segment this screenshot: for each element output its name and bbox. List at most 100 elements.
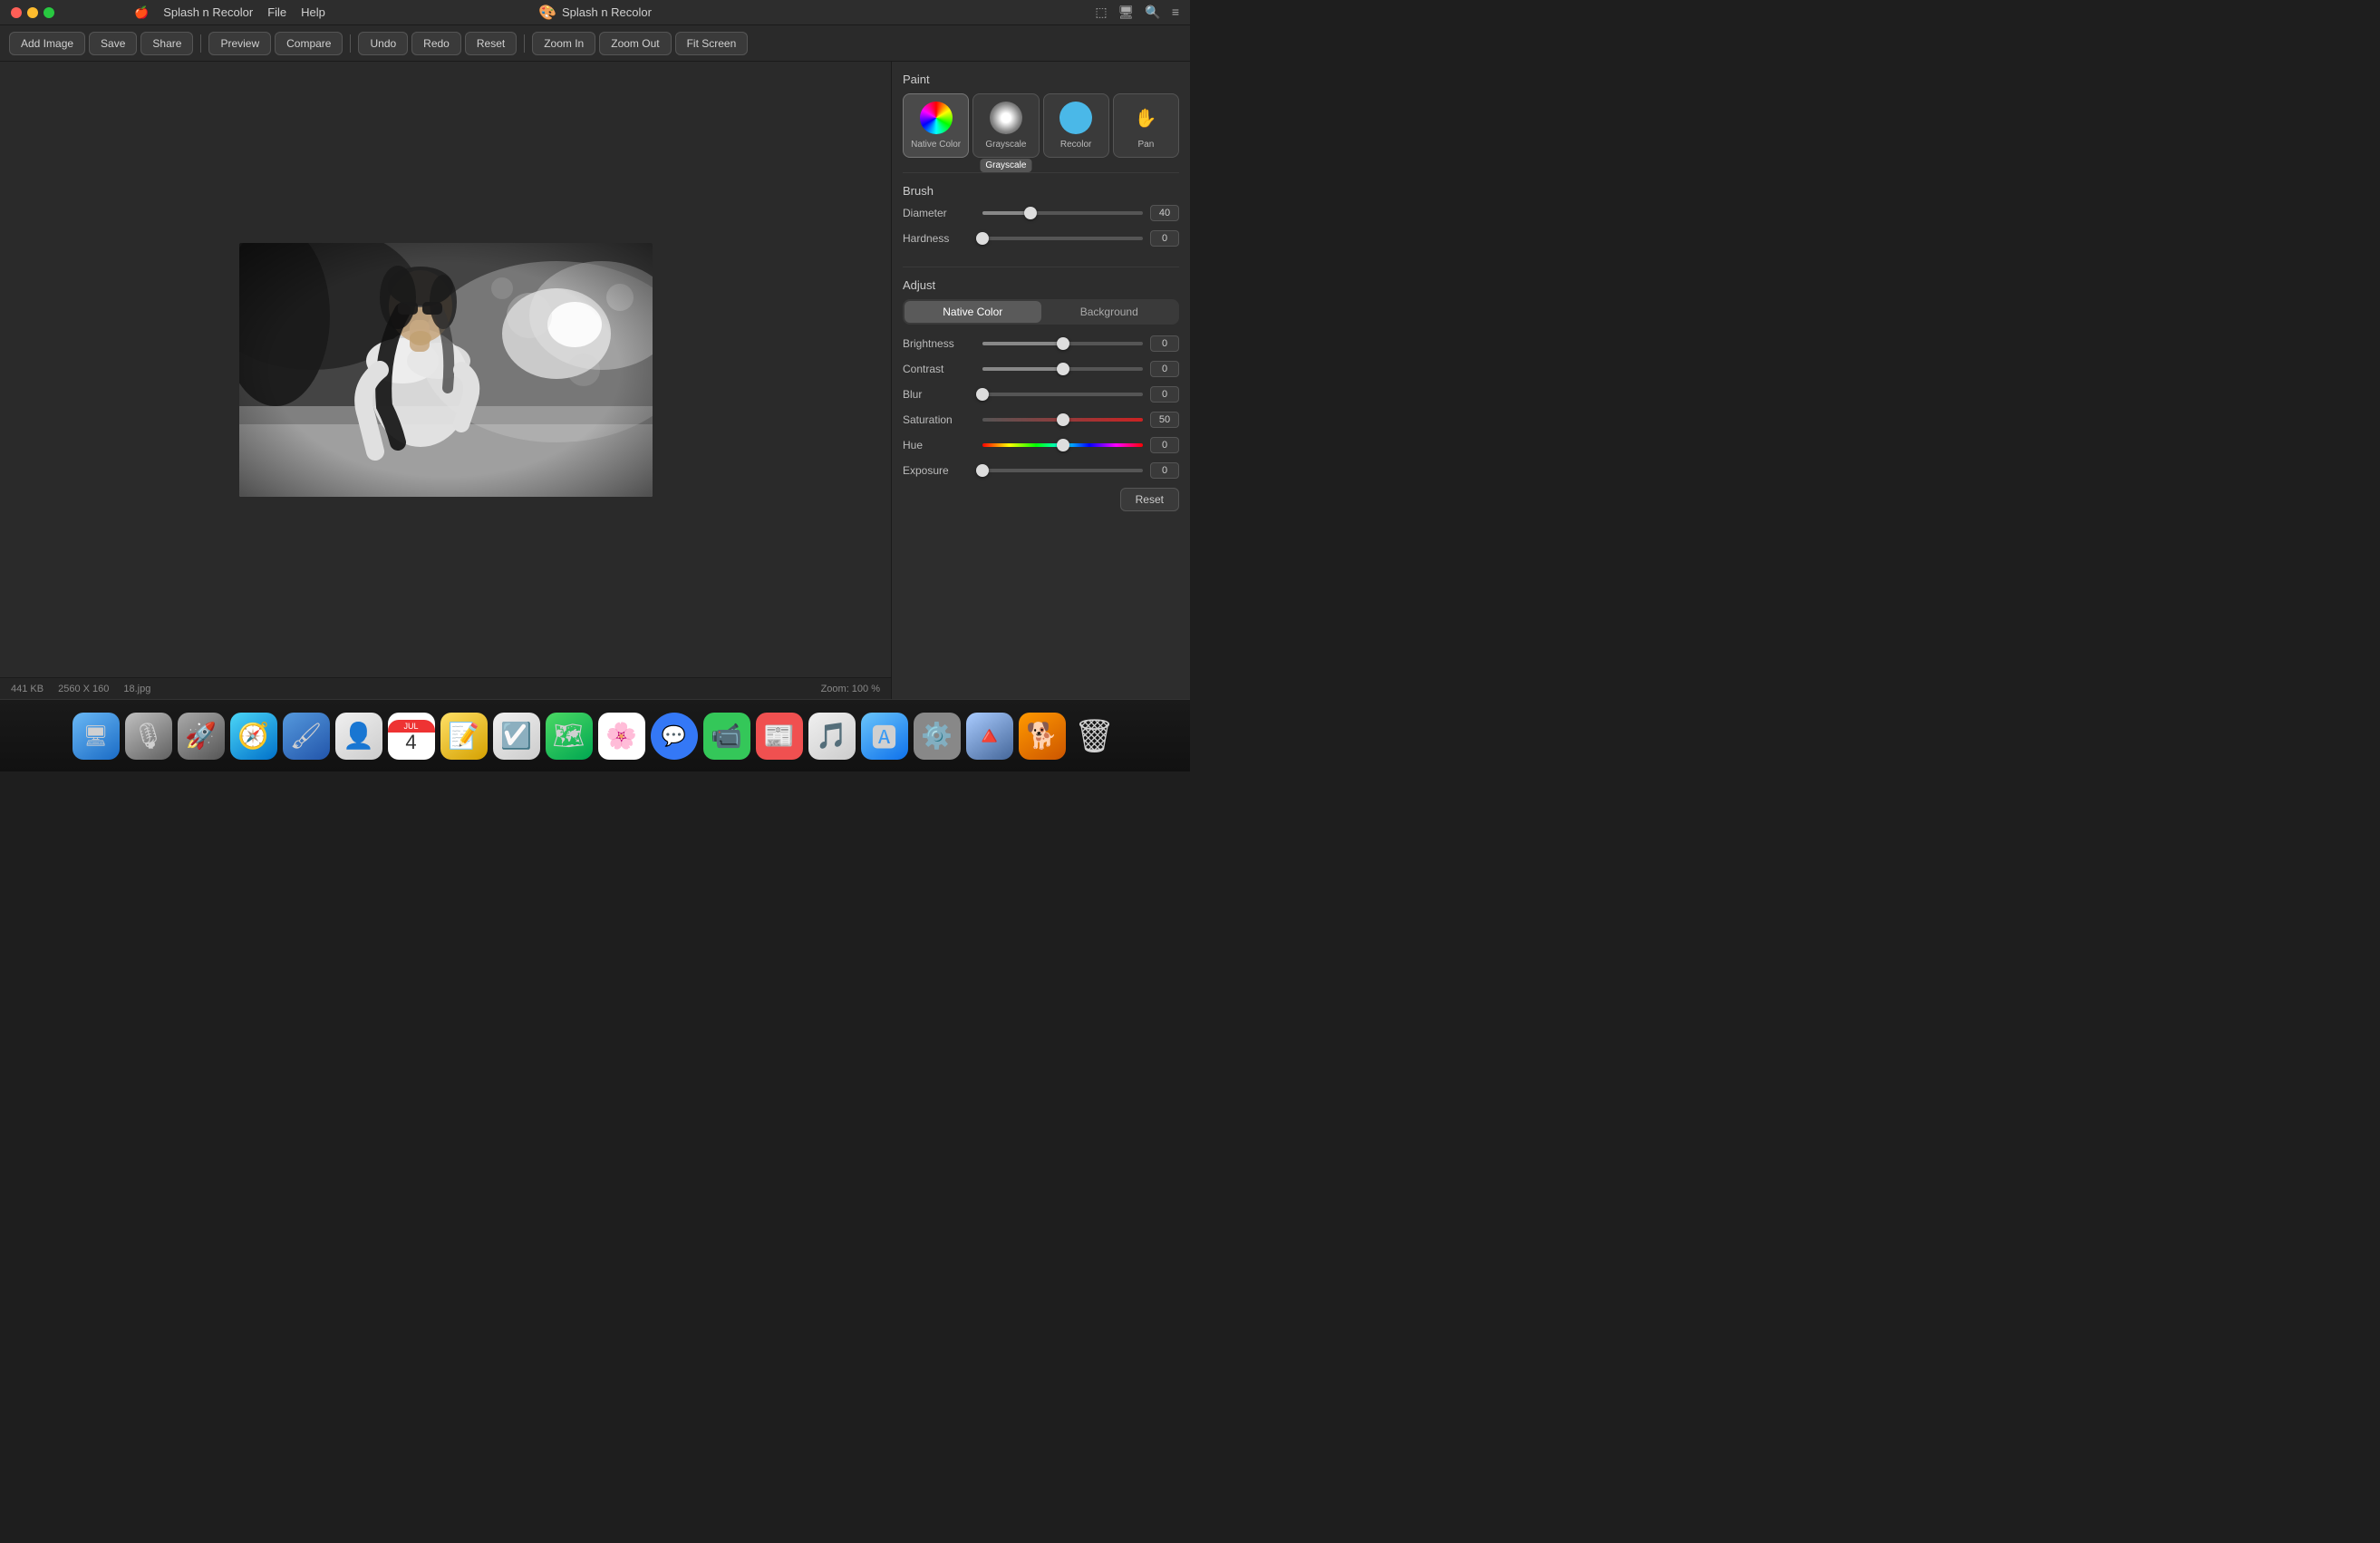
fit-screen-button[interactable]: Fit Screen <box>675 32 749 55</box>
photo-canvas[interactable] <box>239 243 653 497</box>
system-prefs-dock-icon[interactable]: ⚙️ <box>914 713 961 760</box>
exposure-row: Exposure 0 <box>903 462 1179 479</box>
adjust-section: Adjust Native Color Background Brightnes… <box>903 267 1179 511</box>
canvas-area: 441 KB 2560 X 160 18.jpg Zoom: 100 % <box>0 62 891 699</box>
music-dock-icon[interactable]: 🎵 <box>808 713 856 760</box>
redo-button[interactable]: Redo <box>411 32 461 55</box>
zoom-in-button[interactable]: Zoom In <box>532 32 595 55</box>
filename: 18.jpg <box>123 684 150 694</box>
toolbar-separator-3 <box>524 34 525 53</box>
cast-icon[interactable]: ⬚ <box>1095 5 1107 20</box>
native-color-mode-button[interactable]: Native Color <box>903 93 969 158</box>
share-button[interactable]: Share <box>140 32 193 55</box>
diameter-thumb[interactable] <box>1024 207 1037 219</box>
save-button[interactable]: Save <box>89 32 137 55</box>
reminders-dock-icon[interactable]: ☑️ <box>493 713 540 760</box>
adjust-reset-button[interactable]: Reset <box>1120 488 1179 511</box>
hue-slider[interactable] <box>982 443 1143 447</box>
grayscale-mode-button[interactable]: Grayscale Grayscale <box>972 93 1039 158</box>
diameter-label: Diameter <box>903 207 975 219</box>
finder-dock-icon[interactable]: 🖥 <box>73 713 120 760</box>
maps-dock-icon[interactable]: 🗺 <box>546 713 593 760</box>
grayscale-label: Grayscale <box>985 140 1026 150</box>
exposure-thumb[interactable] <box>976 464 989 477</box>
status-bar: 441 KB 2560 X 160 18.jpg Zoom: 100 % <box>0 677 891 699</box>
pixelmator-dock-icon[interactable]: 🖌 <box>283 713 330 760</box>
contrast-slider[interactable] <box>982 367 1143 371</box>
zoom-level: Zoom: 100 % <box>821 684 880 694</box>
brightness-row: Brightness 0 <box>903 335 1179 352</box>
traffic-lights <box>11 7 54 18</box>
news-icon: 📰 <box>763 721 795 751</box>
contrast-thumb[interactable] <box>1057 363 1069 375</box>
title-bar: 🍎 Splash n Recolor File Help 🎨 Splash n … <box>0 0 1190 25</box>
status-left: 441 KB 2560 X 160 18.jpg <box>11 684 150 694</box>
messages-dock-icon[interactable]: 💬 <box>651 713 698 760</box>
brightness-slider[interactable] <box>982 342 1143 345</box>
help-menu[interactable]: Help <box>301 5 325 20</box>
brush-section-title: Brush <box>903 184 1179 198</box>
facetime-dock-icon[interactable]: 📹 <box>703 713 750 760</box>
exposure-slider[interactable] <box>982 469 1143 472</box>
hue-row: Hue 0 <box>903 437 1179 453</box>
facetime-icon: 📹 <box>711 721 742 751</box>
rocketship-icon: 🚀 <box>185 721 217 751</box>
reset-toolbar-button[interactable]: Reset <box>465 32 517 55</box>
hue-thumb[interactable] <box>1057 439 1069 451</box>
display-icon[interactable]: 🖥 <box>1118 5 1135 20</box>
notes-dock-icon[interactable]: 📝 <box>440 713 488 760</box>
saturation-slider[interactable] <box>982 418 1143 422</box>
blur-slider[interactable] <box>982 393 1143 396</box>
grayscale-tooltip: Grayscale <box>980 159 1031 172</box>
diameter-slider[interactable] <box>982 211 1143 215</box>
recolor-dock-icon[interactable]: 🐕 <box>1019 713 1066 760</box>
calendar-dock-icon[interactable]: JUL 4 <box>388 713 435 760</box>
pan-mode-button[interactable]: ✋ Pan <box>1113 93 1179 158</box>
siri-dock-icon[interactable]: 🎙 <box>125 713 172 760</box>
add-image-button[interactable]: Add Image <box>9 32 85 55</box>
fullscreen-button[interactable] <box>44 7 54 18</box>
blur-label: Blur <box>903 388 975 401</box>
close-button[interactable] <box>11 7 22 18</box>
window-title: 🎨 Splash n Recolor <box>538 4 652 22</box>
hardness-slider[interactable] <box>982 237 1143 240</box>
brightness-label: Brightness <box>903 337 975 350</box>
brightness-fill <box>982 342 1063 345</box>
app-menu[interactable]: Splash n Recolor <box>163 5 253 20</box>
brightness-thumb[interactable] <box>1057 337 1069 350</box>
adjust-native-color-tab[interactable]: Native Color <box>905 301 1041 323</box>
recolor-icon <box>1059 102 1092 134</box>
safari-dock-icon[interactable]: 🧭 <box>230 713 277 760</box>
preview-button[interactable]: Preview <box>208 32 271 55</box>
contrast-row: Contrast 0 <box>903 361 1179 377</box>
trash-icon: 🗑 <box>1074 717 1116 755</box>
finder-icon: 🖥 <box>83 724 109 748</box>
file-menu[interactable]: File <box>267 5 286 20</box>
canvas-wrapper[interactable] <box>0 62 891 677</box>
exposure-label: Exposure <box>903 464 975 477</box>
recolor-mode-button[interactable]: Recolor <box>1043 93 1109 158</box>
adjust-background-tab[interactable]: Background <box>1041 301 1178 323</box>
appstore-dock-icon[interactable]: 🅰 <box>861 713 908 760</box>
undo-button[interactable]: Undo <box>358 32 408 55</box>
blur-thumb[interactable] <box>976 388 989 401</box>
rocket-dock-icon[interactable]: 🚀 <box>178 713 225 760</box>
maps-icon: 🗺 <box>553 721 585 751</box>
saturation-thumb[interactable] <box>1057 413 1069 426</box>
zoom-out-button[interactable]: Zoom Out <box>599 32 671 55</box>
apple-menu[interactable]: 🍎 <box>134 5 149 20</box>
menu-icon[interactable]: ≡ <box>1172 5 1179 20</box>
photos-dock-icon[interactable]: 🌸 <box>598 713 645 760</box>
contacts-dock-icon[interactable]: 👤 <box>335 713 382 760</box>
altmetric-dock-icon[interactable]: 🔺 <box>966 713 1013 760</box>
trash-dock-icon[interactable]: 🗑 <box>1071 713 1118 760</box>
search-icon[interactable]: 🔍 <box>1145 5 1160 20</box>
recolor-label: Recolor <box>1060 140 1091 150</box>
hardness-thumb[interactable] <box>976 232 989 245</box>
news-dock-icon[interactable]: 📰 <box>756 713 803 760</box>
content-area: 441 KB 2560 X 160 18.jpg Zoom: 100 % Pai… <box>0 62 1190 699</box>
minimize-button[interactable] <box>27 7 38 18</box>
toolbar: Add Image Save Share Preview Compare Und… <box>0 25 1190 62</box>
photos-icon: 🌸 <box>605 721 637 751</box>
compare-button[interactable]: Compare <box>275 32 343 55</box>
